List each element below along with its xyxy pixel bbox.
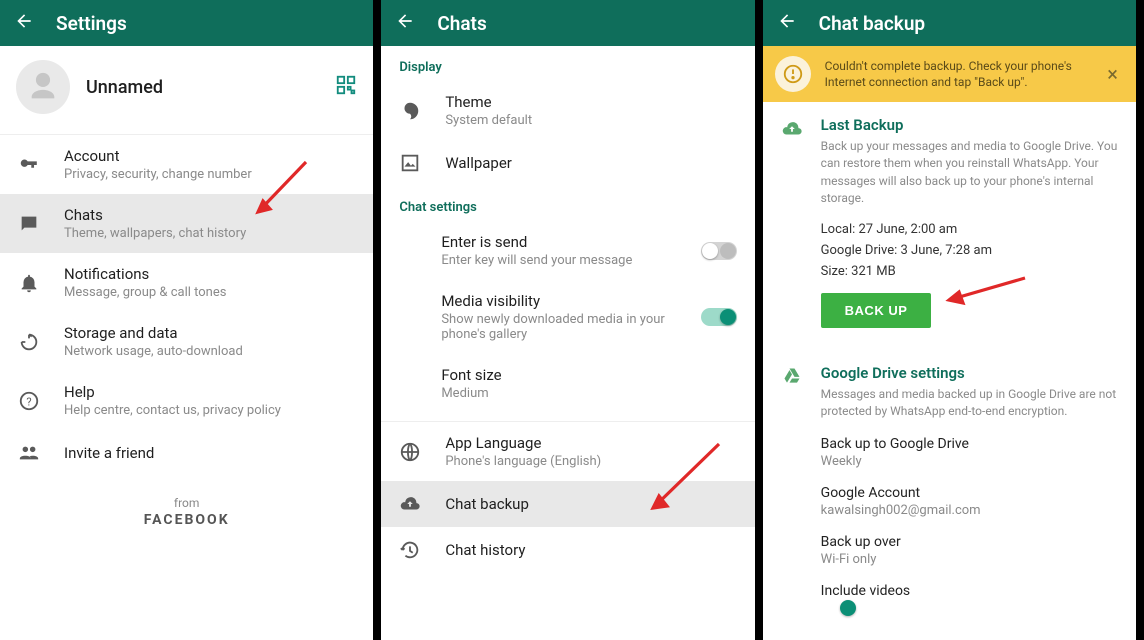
chats-item-chat-history[interactable]: Chat history	[381, 527, 754, 573]
profile-name: Unnamed	[86, 77, 163, 98]
chat-icon	[18, 213, 40, 235]
chats-item-font-size[interactable]: Font sizeMedium	[381, 354, 754, 413]
settings-item-notifications[interactable]: NotificationsMessage, group & call tones	[0, 253, 373, 312]
section-header-display: Display	[381, 46, 754, 81]
footer-attribution: from FACEBOOK	[0, 496, 373, 528]
toggle-media-visibility[interactable]	[701, 308, 737, 326]
info-local: Local: 27 June, 2:00 am	[821, 222, 1118, 237]
wallpaper-icon	[399, 152, 421, 174]
bell-icon	[18, 272, 40, 294]
settings-item-invite[interactable]: Invite a friend	[0, 430, 373, 476]
chat-backup-panel: Chat backup Couldn't complete backup. Ch…	[763, 0, 1144, 640]
info-drive: Google Drive: 3 June, 7:28 am	[821, 243, 1118, 258]
warning-icon	[775, 56, 811, 92]
opt-google-account[interactable]: Google Account kawalsingh002@gmail.com	[763, 485, 1136, 518]
avatar	[16, 60, 70, 114]
settings-item-account[interactable]: AccountPrivacy, security, change number	[0, 135, 373, 194]
opt-include-videos[interactable]: Include videos	[763, 583, 1136, 599]
appbar-chats: Chats	[381, 0, 754, 46]
section-last-backup: Last Backup Back up your messages and me…	[763, 102, 1136, 328]
back-icon[interactable]	[777, 11, 797, 35]
history-icon	[399, 539, 421, 561]
settings-item-chats[interactable]: ChatsTheme, wallpapers, chat history	[0, 194, 373, 253]
theme-icon	[399, 100, 421, 122]
last-backup-desc: Back up your messages and media to Googl…	[821, 138, 1118, 208]
opt-backup-over[interactable]: Back up over Wi-Fi only	[763, 534, 1136, 567]
backup-button[interactable]: BACK UP	[821, 293, 932, 328]
close-icon[interactable]: ×	[1101, 64, 1124, 84]
gd-desc: Messages and media backed up in Google D…	[821, 386, 1118, 421]
qr-icon[interactable]	[335, 74, 357, 100]
gd-heading: Google Drive settings	[821, 364, 1118, 382]
appbar-settings: Settings	[0, 0, 373, 46]
settings-item-help[interactable]: ? HelpHelp centre, contact us, privacy p…	[0, 371, 373, 430]
chats-item-media-visibility[interactable]: Media visibilityShow newly downloaded me…	[381, 280, 754, 354]
last-backup-heading: Last Backup	[821, 116, 1118, 134]
cloud-up-icon	[781, 116, 803, 328]
chats-item-chat-backup[interactable]: Chat backup	[381, 481, 754, 527]
toggle-enter-send[interactable]	[701, 242, 737, 260]
section-header-chatsettings: Chat settings	[381, 186, 754, 221]
appbar-title: Settings	[56, 12, 127, 35]
backup-error-banner: Couldn't complete backup. Check your pho…	[763, 46, 1136, 102]
help-icon: ?	[18, 390, 40, 412]
google-drive-icon	[781, 364, 803, 421]
chats-item-theme[interactable]: ThemeSystem default	[381, 81, 754, 140]
settings-panel: Settings Unnamed AccountPrivacy, securit…	[0, 0, 381, 640]
people-icon	[18, 442, 40, 464]
settings-item-storage[interactable]: Storage and dataNetwork usage, auto-down…	[0, 312, 373, 371]
cloud-up-icon	[399, 493, 421, 515]
banner-text: Couldn't complete backup. Check your pho…	[825, 58, 1088, 90]
chats-item-enter-send[interactable]: Enter is sendEnter key will send your me…	[381, 221, 754, 280]
profile-row[interactable]: Unnamed	[0, 46, 373, 134]
opt-backup-to-drive[interactable]: Back up to Google Drive Weekly	[763, 436, 1136, 469]
globe-icon	[399, 441, 421, 463]
section-google-drive: Google Drive settings Messages and media…	[763, 350, 1136, 421]
chats-item-wallpaper[interactable]: Wallpaper	[381, 140, 754, 186]
info-size: Size: 321 MB	[821, 264, 1118, 279]
data-icon	[18, 331, 40, 353]
back-icon[interactable]	[395, 11, 415, 35]
back-icon[interactable]	[14, 11, 34, 35]
svg-text:?: ?	[26, 395, 31, 408]
key-icon	[18, 154, 40, 176]
appbar-chat-backup: Chat backup	[763, 0, 1136, 46]
chats-item-language[interactable]: App LanguagePhone's language (English)	[381, 422, 754, 481]
chats-panel: Chats Display ThemeSystem default Wallpa…	[381, 0, 762, 640]
appbar-title: Chats	[437, 12, 486, 35]
appbar-title: Chat backup	[819, 12, 925, 35]
